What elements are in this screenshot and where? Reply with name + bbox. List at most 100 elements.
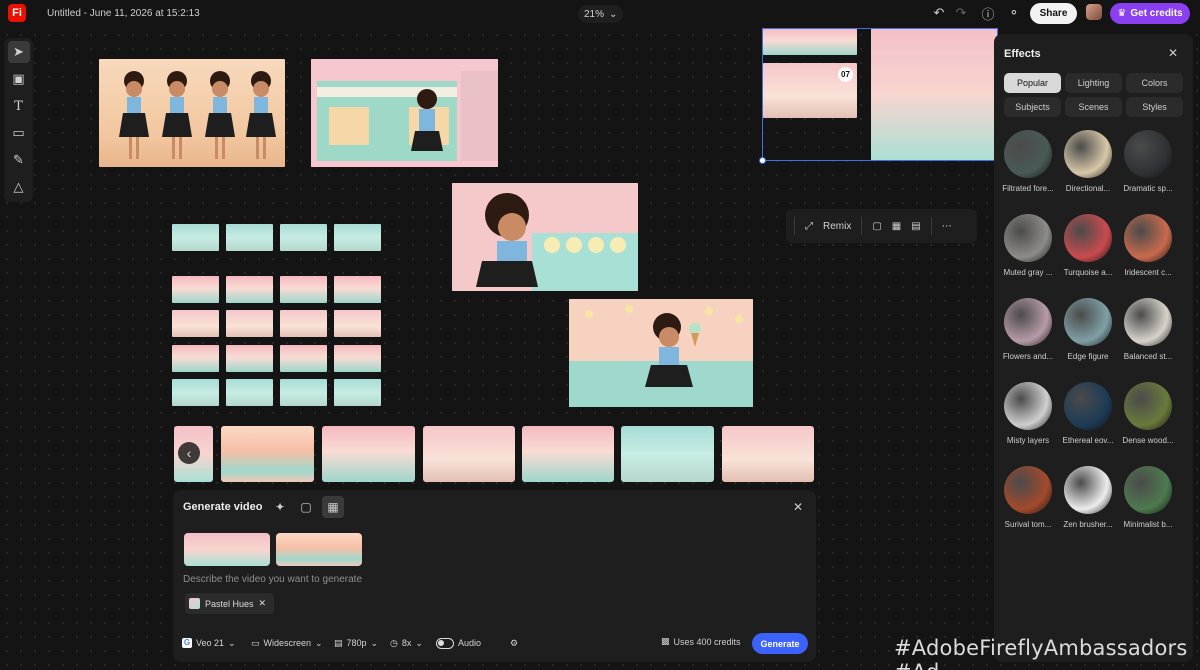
model-value: Veo 21 <box>196 638 225 648</box>
effect-item[interactable]: Directional... <box>1059 130 1117 193</box>
chevron-down-icon: ⌄ <box>315 637 323 648</box>
strip-thumbnail[interactable] <box>722 426 814 482</box>
chip-styles[interactable]: Styles <box>1126 97 1183 117</box>
effect-item[interactable]: Iridescent c... <box>1119 214 1177 277</box>
zoom-dropdown[interactable]: 21% ⌄ <box>578 5 624 23</box>
lightbulb-icon[interactable]: ⚬ <box>1005 4 1023 22</box>
thumbnail-image[interactable] <box>226 310 273 337</box>
document-title[interactable]: Untitled - June 11, 2026 at 15:2:13 <box>47 8 200 19</box>
effect-item[interactable]: Balanced st... <box>1119 298 1177 361</box>
effect-item[interactable]: Edge figure <box>1059 298 1117 361</box>
effect-label: Ethereal eov... <box>1062 436 1114 445</box>
character-turnaround-image[interactable] <box>99 59 285 167</box>
effect-preview <box>1124 214 1172 262</box>
effect-item[interactable]: Turquoise a... <box>1059 214 1117 277</box>
pen-tool-icon[interactable]: ✎ <box>8 149 30 171</box>
keyframe-start[interactable] <box>184 533 270 566</box>
aspect-dropdown[interactable]: ▭ Widescreen ⌄ <box>251 636 323 650</box>
strip-thumbnail[interactable] <box>322 426 415 482</box>
undo-icon[interactable]: ↶ <box>930 4 948 22</box>
resolution-dropdown[interactable]: ▤ 780p ⌄ <box>334 636 378 650</box>
thumbnail-image[interactable] <box>280 224 327 251</box>
effect-item[interactable]: Surival tom... <box>999 466 1057 529</box>
thumbnail-image[interactable] <box>226 276 273 303</box>
girl-with-icecream-image[interactable] <box>569 299 753 407</box>
thumbnail-image[interactable] <box>280 310 327 337</box>
thumbnail-image[interactable] <box>334 379 381 406</box>
effect-item[interactable]: Zen brusher... <box>1059 466 1117 529</box>
chip-colors[interactable]: Colors <box>1126 73 1183 93</box>
redo-icon[interactable]: ↷ <box>952 4 970 22</box>
thumbnail-image[interactable] <box>226 345 273 372</box>
duration-dropdown[interactable]: ◷ 8x ⌄ <box>390 636 423 650</box>
strip-thumbnail[interactable] <box>423 426 515 482</box>
prompt-input[interactable]: Describe the video you want to generate <box>183 574 362 585</box>
thumbnail-image[interactable] <box>280 345 327 372</box>
firefly-logo[interactable]: Fi <box>8 4 26 22</box>
remix-icon[interactable]: ⤢ <box>805 221 813 232</box>
effect-item[interactable]: Dense wood... <box>1119 382 1177 445</box>
model-dropdown[interactable]: G Veo 21 ⌄ <box>182 636 236 650</box>
effect-item[interactable]: Minimalist b... <box>1119 466 1177 529</box>
chip-lighting[interactable]: Lighting <box>1065 73 1122 93</box>
girl-at-counter-image[interactable] <box>452 183 638 291</box>
strip-thumbnail[interactable] <box>522 426 614 482</box>
avatar[interactable] <box>1086 4 1102 20</box>
thumbnail-image[interactable] <box>172 224 219 251</box>
thumbnail-image[interactable] <box>226 379 273 406</box>
strip-thumbnail[interactable] <box>621 426 714 482</box>
close-icon[interactable]: ✕ <box>793 500 803 514</box>
style-tag[interactable]: Pastel Hues ✕ <box>185 593 275 614</box>
select-tool-icon[interactable]: ➤ <box>7 41 30 63</box>
thumbnail-image[interactable] <box>172 379 219 406</box>
thumbnail-image[interactable] <box>334 224 381 251</box>
aspect-value: Widescreen <box>263 638 312 648</box>
get-credits-button[interactable]: ♛ Get credits <box>1110 3 1190 24</box>
grid-mode-icon[interactable]: ▦ <box>322 496 344 518</box>
frame-select-icon[interactable]: ▢ <box>295 496 317 518</box>
close-icon[interactable]: ✕ <box>1168 46 1178 60</box>
thumbnail-image[interactable] <box>280 276 327 303</box>
remix-button[interactable]: Remix <box>823 221 851 232</box>
effect-item[interactable]: Filtrated fore... <box>999 130 1057 193</box>
effect-item[interactable]: Ethereal eov... <box>1059 382 1117 445</box>
chevron-left-icon[interactable]: ‹ <box>178 442 200 464</box>
get-credits-label: Get credits <box>1130 8 1183 19</box>
effect-item[interactable]: Misty layers <box>999 382 1057 445</box>
shapes-library-icon[interactable]: △ <box>8 176 30 198</box>
resize-handle[interactable] <box>759 157 766 164</box>
thumbnail-image[interactable] <box>172 310 219 337</box>
thumbnail-image[interactable] <box>280 379 327 406</box>
magic-wand-icon[interactable]: ✦ <box>269 496 291 518</box>
frame-icon[interactable]: ▢ <box>872 221 881 232</box>
thumbnail-image[interactable] <box>172 276 219 303</box>
thumbnail-image[interactable] <box>334 310 381 337</box>
effect-item[interactable]: Muted gray ... <box>999 214 1057 277</box>
keyframe-end[interactable] <box>276 533 362 566</box>
help-icon[interactable]: ⓘ <box>979 4 997 22</box>
thumbnail-image[interactable] <box>226 224 273 251</box>
remove-icon[interactable]: ✕ <box>259 598 267 609</box>
thumbnail-image[interactable] <box>334 345 381 372</box>
generate-button[interactable]: Generate <box>752 633 808 654</box>
storefront-image[interactable] <box>311 59 498 167</box>
crop-tool-icon[interactable]: ▣ <box>8 68 30 90</box>
shape-tool-icon[interactable]: ▭ <box>8 122 30 144</box>
thumbnail-image[interactable] <box>334 276 381 303</box>
text-tool-icon[interactable]: T <box>8 95 30 117</box>
effect-item[interactable]: Dramatic sp... <box>1119 130 1177 193</box>
thumbnail-image[interactable] <box>172 345 219 372</box>
share-button[interactable]: Share <box>1030 3 1077 24</box>
effect-item[interactable]: Flowers and... <box>999 298 1057 361</box>
settings-icon[interactable]: ⚙ <box>510 636 518 650</box>
chip-popular[interactable]: Popular <box>1004 73 1061 93</box>
align-icon[interactable]: ▤ <box>911 221 920 232</box>
audio-toggle[interactable]: Audio <box>436 636 481 650</box>
strip-thumbnail[interactable] <box>221 426 314 482</box>
chip-scenes[interactable]: Scenes <box>1065 97 1122 117</box>
chip-subjects[interactable]: Subjects <box>1004 97 1061 117</box>
toggle-switch[interactable] <box>436 637 454 649</box>
more-icon[interactable]: ⋯ <box>942 221 952 232</box>
effect-preview <box>1124 466 1172 514</box>
grid-icon[interactable]: ▦ <box>892 221 901 232</box>
